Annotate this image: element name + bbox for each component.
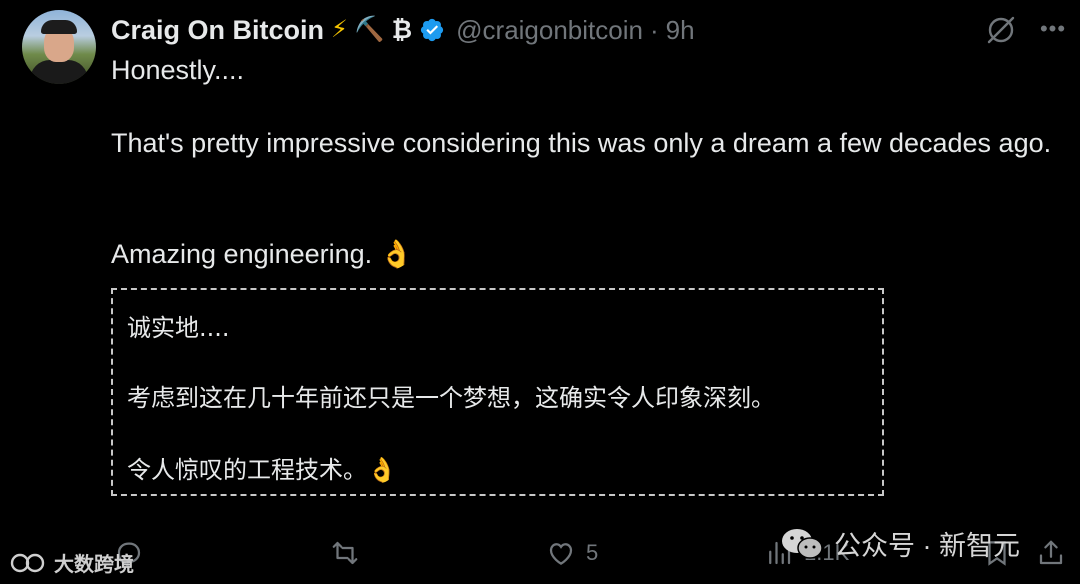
pickaxe-emoji: ⛏️ (354, 16, 385, 43)
avatar-shirt (30, 60, 88, 84)
share-button[interactable] (1036, 538, 1066, 568)
watermark-right-text: 公众号 · 新智元 (834, 531, 1020, 561)
watermark-left: 大数跨境 (8, 548, 134, 577)
verified-badge-icon[interactable] (419, 17, 445, 43)
author-handle[interactable]: @craigonbitcoin (456, 15, 643, 46)
separator-dot: · (649, 14, 659, 45)
tweet-line-1: Honestly.... (111, 55, 245, 85)
lightning-emoji: ⚡ (331, 16, 348, 43)
watermark-logo-icon (10, 553, 45, 572)
tweet: Craig On Bitcoin ⚡ ⛏️ ₿ @craigonbitcoin … (0, 0, 1080, 584)
share-icon (1039, 540, 1063, 565)
tweet-line-2: That's pretty impressive considering thi… (111, 128, 1052, 158)
translation-line-1: 诚实地.... (127, 314, 230, 342)
tweet-header: Craig On Bitcoin ⚡ ⛏️ ₿ @craigonbitcoin … (111, 12, 695, 48)
like-count: 5 (586, 540, 599, 565)
grok-icon[interactable] (985, 14, 1017, 46)
translation-line-2: 考虑到这在几十年前还只是一个梦想，这确实令人印象深刻。 (127, 384, 775, 412)
watermark-left-text: 大数跨境 (54, 554, 134, 576)
watermark-right: 公众号 · 新智元 (780, 524, 1020, 563)
author-name[interactable]: Craig On Bitcoin (111, 15, 324, 46)
avatar[interactable] (22, 10, 96, 84)
translation-line-3: 令人惊叹的工程技术。👌 (127, 456, 397, 484)
wechat-icon (782, 528, 823, 559)
more-icon[interactable]: ••• (1038, 14, 1068, 44)
timestamp[interactable]: 9h (666, 15, 695, 46)
like-button[interactable]: 5 (546, 538, 598, 568)
bitcoin-emoji: ₿ (391, 15, 413, 44)
like-icon (549, 543, 573, 565)
retweet-button[interactable] (330, 538, 370, 568)
tweet-line-3: Amazing engineering. 👌 (111, 239, 414, 269)
avatar-cap (41, 20, 77, 34)
translation-box: 诚实地.... 考虑到这在几十年前还只是一个梦想，这确实令人印象深刻。 令人惊叹… (111, 288, 884, 496)
retweet-icon (332, 541, 358, 565)
